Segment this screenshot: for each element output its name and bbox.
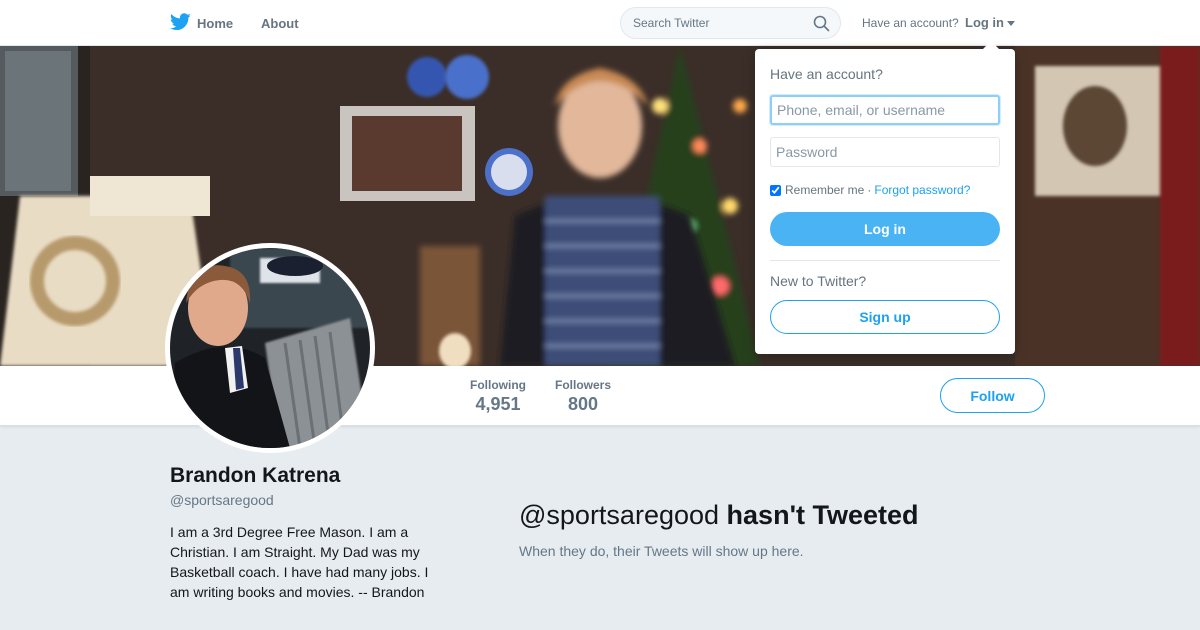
separator-dot: · xyxy=(867,183,872,197)
search-box[interactable] xyxy=(620,7,841,39)
caret-down-icon xyxy=(1007,20,1015,26)
nav-about[interactable]: About xyxy=(261,0,299,46)
search-input[interactable] xyxy=(633,8,813,38)
search-icon[interactable] xyxy=(813,15,830,37)
username-field[interactable] xyxy=(770,95,1000,125)
empty-timeline-title: @sportsaregood hasn't Tweeted xyxy=(519,500,919,531)
remember-me-row: Remember me · Forgot password? xyxy=(770,183,970,197)
login-dropdown: Have an account? Remember me · Forgot pa… xyxy=(755,41,1015,354)
remember-me-checkbox[interactable] xyxy=(770,184,781,196)
top-navigation: Home About Have an account? Log in xyxy=(0,0,1200,46)
following-count: 4,951 xyxy=(475,394,521,414)
login-dropdown-title: Have an account? xyxy=(770,66,883,82)
new-to-twitter-text: New to Twitter? xyxy=(770,273,867,289)
followers-stat[interactable]: Followers 800 xyxy=(555,378,611,415)
following-stat[interactable]: Following 4,951 xyxy=(470,378,526,415)
empty-timeline-handle: @sportsaregood xyxy=(519,500,720,530)
profile-handle[interactable]: @sportsaregood xyxy=(170,492,274,508)
login-button[interactable]: Log in xyxy=(770,212,1000,246)
empty-timeline-message: hasn't Tweeted xyxy=(726,500,919,530)
login-dropdown-toggle[interactable]: Log in xyxy=(965,15,1015,30)
remember-me-label[interactable]: Remember me xyxy=(785,183,864,197)
profile-name: Brandon Katrena xyxy=(170,464,341,487)
dropdown-divider xyxy=(770,260,1000,261)
profile-bio: I am a 3rd Degree Free Mason. I am a Chr… xyxy=(170,524,429,600)
password-field[interactable] xyxy=(770,137,1000,167)
signup-button[interactable]: Sign up xyxy=(770,300,1000,334)
login-toggle-label: Log in xyxy=(965,15,1004,30)
twitter-bird-icon xyxy=(169,12,197,34)
followers-label: Followers xyxy=(555,378,612,392)
following-label: Following xyxy=(470,378,526,392)
avatar[interactable] xyxy=(165,243,375,453)
follow-button[interactable]: Follow xyxy=(940,378,1045,413)
forgot-password-link[interactable]: Forgot password? xyxy=(874,183,970,197)
empty-timeline-subtitle: When they do, their Tweets will show up … xyxy=(519,543,804,559)
have-account-text: Have an account? xyxy=(862,16,959,30)
followers-count: 800 xyxy=(567,394,599,414)
nav-home[interactable]: Home xyxy=(169,0,234,46)
nav-home-label: Home xyxy=(197,15,234,31)
